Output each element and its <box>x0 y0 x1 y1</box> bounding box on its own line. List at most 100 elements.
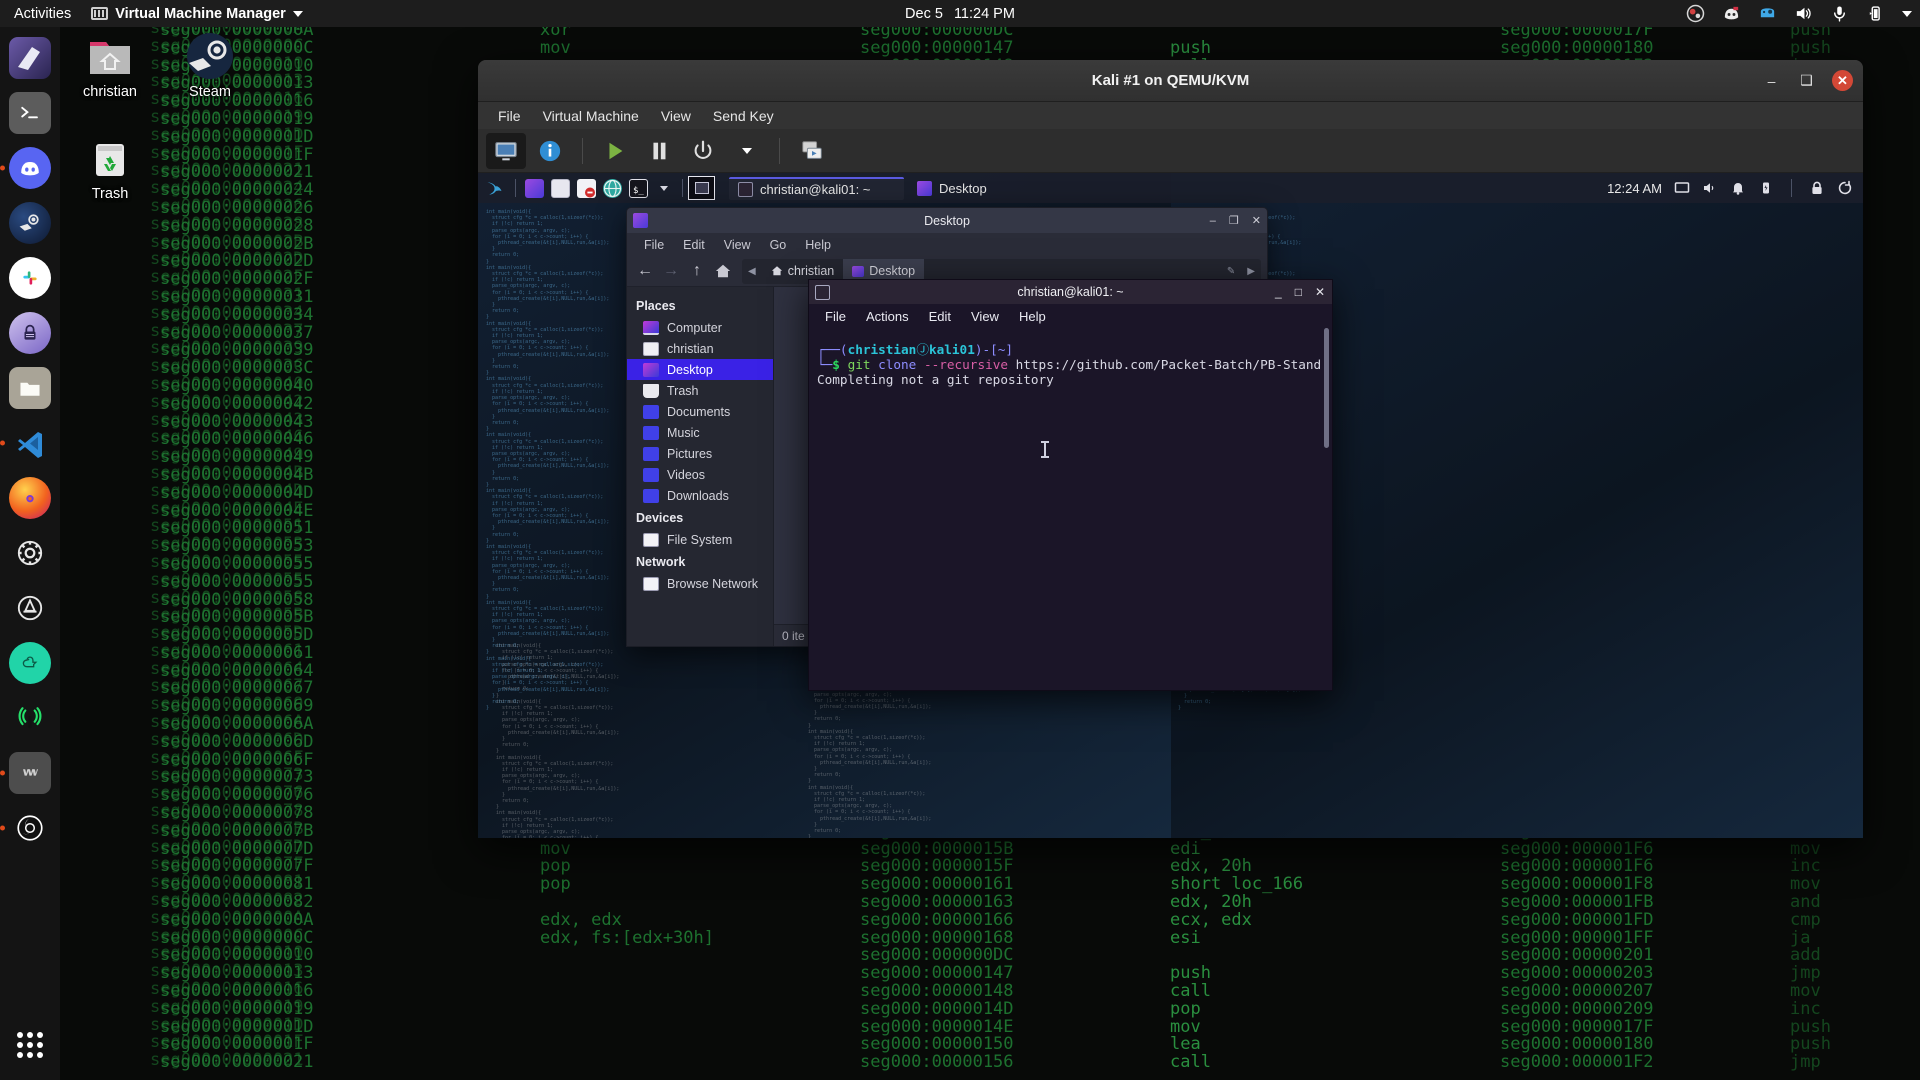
desktop-icon-steam[interactable]: Steam <box>162 32 258 100</box>
menu-help[interactable]: Help <box>1010 307 1055 326</box>
sidebar-item-trash[interactable]: Trash <box>627 380 773 401</box>
dock-item-discord[interactable] <box>7 145 53 191</box>
workspace-switcher[interactable] <box>688 176 715 200</box>
menu-file[interactable]: File <box>816 307 855 326</box>
snapshots-button[interactable] <box>792 133 832 169</box>
file-manager-launcher-button[interactable] <box>547 175 573 201</box>
file-manager-title-bar[interactable]: Desktop – ❐ ✕ <box>627 208 1267 233</box>
camera-icon[interactable] <box>1758 4 1777 23</box>
dock-item-vmware[interactable] <box>7 750 53 796</box>
sidebar-item-downloads[interactable]: Downloads <box>627 485 773 506</box>
activities-button[interactable]: Activities <box>0 0 81 27</box>
minimize-button[interactable]: – <box>1210 215 1216 227</box>
sidebar-item-documents[interactable]: Documents <box>627 401 773 422</box>
root-terminal-launcher-button[interactable]: $_ <box>625 175 651 201</box>
lock-screen-icon[interactable] <box>1809 180 1825 196</box>
dock-item-steam[interactable] <box>7 200 53 246</box>
terminal-title-bar[interactable]: christian@kali01: ~ _ □ ✕ <box>809 280 1332 304</box>
menu-help[interactable]: Help <box>796 236 840 254</box>
menu-edit[interactable]: Edit <box>674 236 714 254</box>
sidebar-item-music[interactable]: Music <box>627 422 773 443</box>
maximize-button[interactable]: ❐ <box>1229 214 1239 227</box>
gnome-clock[interactable]: Dec 5 11:24 PM <box>905 6 1015 22</box>
menu-view[interactable]: View <box>651 105 701 127</box>
app-menu-button[interactable]: Virtual Machine Manager <box>81 0 313 27</box>
run-vm-button[interactable] <box>595 133 635 169</box>
terminal-scrollbar[interactable] <box>1321 328 1332 690</box>
display-icon[interactable] <box>1674 180 1690 196</box>
sidebar-item-videos[interactable]: Videos <box>627 464 773 485</box>
vm-guest-screen[interactable]: int main(void){ struct cfg *c = calloc(1… <box>478 173 1863 838</box>
dock-item-software-center[interactable] <box>7 585 53 631</box>
sidebar-item-desktop[interactable]: Desktop <box>627 359 773 380</box>
volume-icon[interactable] <box>1702 180 1718 196</box>
dock-item-obs[interactable] <box>7 805 53 851</box>
dock-item-keepassxc[interactable] <box>7 310 53 356</box>
dock-item-file-manager[interactable] <box>7 365 53 411</box>
sidebar-item-pictures[interactable]: Pictures <box>627 443 773 464</box>
menu-actions[interactable]: Actions <box>857 307 918 326</box>
terminal-output-area[interactable]: ┌──(christianⒿkali01)-[~] └─$ git clone … <box>809 328 1332 690</box>
volume-icon[interactable] <box>1794 4 1813 23</box>
dock-item-firefox[interactable] <box>7 475 53 521</box>
back-button[interactable]: ← <box>633 259 657 283</box>
maximize-button[interactable]: □ <box>1295 285 1302 299</box>
desktop-icon-christian[interactable]: christian <box>62 32 158 100</box>
menu-go[interactable]: Go <box>761 236 796 254</box>
maximize-button[interactable]: ❑ <box>1797 71 1816 90</box>
battery-icon[interactable] <box>1758 180 1774 196</box>
sidebar-item-computer[interactable]: Computer <box>627 317 773 338</box>
battery-icon[interactable] <box>1866 4 1885 23</box>
close-button[interactable]: ✕ <box>1832 70 1853 91</box>
menu-view[interactable]: View <box>715 236 760 254</box>
taskbar-window-desktop[interactable]: Desktop <box>908 178 1083 199</box>
launcher-more-button[interactable] <box>651 175 677 201</box>
kali-menu-button[interactable] <box>478 173 510 203</box>
close-button[interactable]: ✕ <box>1315 285 1325 299</box>
discord-icon[interactable] <box>1722 4 1741 23</box>
minimize-button[interactable]: – <box>1762 71 1781 90</box>
sidebar-item-browse-network[interactable]: Browse Network <box>627 573 773 594</box>
terminal-launcher-button[interactable] <box>521 175 547 201</box>
home-button[interactable] <box>711 259 735 283</box>
edit-path-button[interactable]: ✎ <box>1221 266 1241 277</box>
menu-virtual-machine[interactable]: Virtual Machine <box>533 105 649 127</box>
shutdown-vm-button[interactable] <box>683 133 723 169</box>
kali-clock[interactable]: 12:24 AM <box>1607 181 1662 196</box>
dock-item-signal-wifi[interactable] <box>7 695 53 741</box>
forward-button[interactable]: → <box>659 259 683 283</box>
close-button[interactable]: ✕ <box>1252 214 1261 227</box>
show-applications-button[interactable] <box>7 1022 53 1068</box>
microphone-icon[interactable] <box>1830 4 1849 23</box>
shutdown-options-dropdown[interactable] <box>727 133 767 169</box>
menu-file[interactable]: File <box>635 236 673 254</box>
pause-vm-button[interactable] <box>639 133 679 169</box>
dock-item-duck[interactable] <box>7 640 53 686</box>
sidebar-item-christian[interactable]: christian <box>627 338 773 359</box>
show-console-button[interactable] <box>486 132 526 169</box>
dock-item-slack[interactable] <box>7 255 53 301</box>
minimize-button[interactable]: _ <box>1275 285 1282 299</box>
menu-file[interactable]: File <box>488 105 531 127</box>
log-out-icon[interactable] <box>1837 180 1853 196</box>
breadcrumb-scroll-left[interactable]: ◀ <box>742 266 762 277</box>
taskbar-window-terminal[interactable]: christian@kali01: ~ <box>729 176 904 200</box>
dock-item-terminal[interactable] <box>7 90 53 136</box>
menu-send-key[interactable]: Send Key <box>703 105 784 127</box>
notification-bell-icon[interactable] <box>1730 180 1746 196</box>
obs-icon[interactable] <box>1686 4 1705 23</box>
system-menu-chevron-icon[interactable] <box>1902 10 1912 17</box>
vmm-title-bar[interactable]: Kali #1 on QEMU/KVM – ❑ ✕ <box>478 60 1863 102</box>
sidebar-item-file-system[interactable]: File System <box>627 529 773 550</box>
menu-view[interactable]: View <box>962 307 1008 326</box>
dock-item-files-nautilus[interactable] <box>7 35 53 81</box>
show-details-button[interactable] <box>530 133 570 169</box>
breadcrumb-scroll-right[interactable]: ▶ <box>1241 266 1261 277</box>
desktop-icon-trash[interactable]: Trash <box>62 134 158 202</box>
web-browser-launcher-button[interactable] <box>599 175 625 201</box>
dock-item-settings[interactable] <box>7 530 53 576</box>
parent-folder-button[interactable]: ↑ <box>685 259 709 283</box>
menu-edit[interactable]: Edit <box>920 307 960 326</box>
text-editor-launcher-button[interactable] <box>573 175 599 201</box>
dock-item-vscode[interactable] <box>7 420 53 466</box>
